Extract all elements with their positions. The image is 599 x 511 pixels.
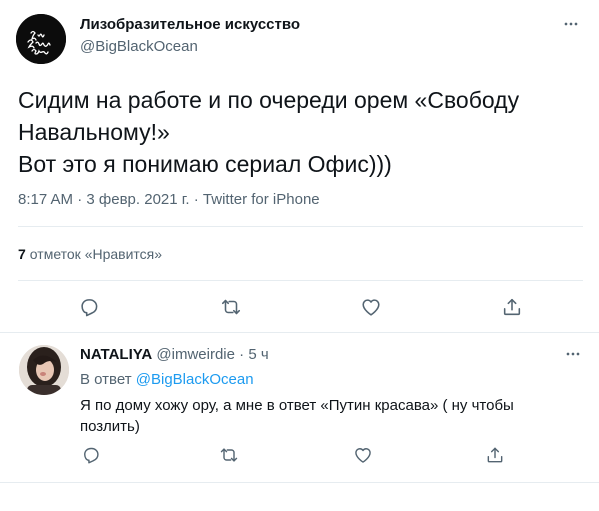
like-button[interactable] [354,290,388,324]
likes-label: отметок «Нравится» [29,246,163,262]
reply-avatar-photo [19,345,69,395]
reply-icon [84,447,99,464]
meta-separator: · [77,191,83,208]
reply-time[interactable]: 5 ч [248,346,268,363]
reply-retweet-button[interactable] [212,438,246,472]
author-avatar[interactable] [16,14,66,64]
tweet-text: Сидим на работе и по очереди орем «Свобо… [18,87,520,177]
share-icon [503,298,521,316]
tweet-meta: 8:17 AM · 3 февр. 2021 г. · Twitter for … [18,191,320,208]
divider [0,482,599,483]
replying-to-mention[interactable]: @BigBlackOcean [136,371,254,388]
replying-to: В ответ @BigBlackOcean [80,371,254,388]
reply-author-handle[interactable]: @imweirdie [156,346,235,363]
reply-share-button[interactable] [478,438,512,472]
reply-separator: · [239,346,245,363]
big-black-ocean-logo [16,14,66,64]
like-icon [355,448,371,463]
like-icon [362,299,380,316]
more-icon[interactable] [559,14,583,34]
likes-link[interactable]: 7 отметок «Нравится» [18,246,162,262]
retweet-icon [220,448,238,462]
share-button[interactable] [495,290,529,324]
reply-author-name[interactable]: NATALIYA [80,346,152,363]
tweet-source[interactable]: Twitter for iPhone [203,191,320,208]
reply-icon [81,299,98,317]
more-icon[interactable] [561,344,585,364]
replying-to-label: В ответ [80,371,132,388]
likes-count: 7 [18,246,26,262]
reply-author-avatar[interactable] [19,345,69,395]
retweet-icon [221,299,241,315]
divider [18,226,583,227]
divider [18,280,583,281]
retweet-button[interactable] [214,290,248,324]
reply-text: Я по дому хожу ору, а мне в ответ «Путин… [80,397,514,435]
reply-like-button[interactable] [346,438,380,472]
reply-button[interactable] [72,290,106,324]
meta-separator: · [193,191,199,208]
reply-header: NATALIYA @imweirdie · 5 ч [80,346,269,363]
reply-reply-button[interactable] [74,438,108,472]
author-display-name[interactable]: Лизобразительное искусство [80,16,300,33]
tweet-time[interactable]: 8:17 AM [18,191,73,208]
share-icon [487,447,503,463]
divider [0,332,599,333]
tweet-date[interactable]: 3 февр. 2021 г. [86,191,189,208]
author-handle[interactable]: @BigBlackOcean [80,38,198,55]
